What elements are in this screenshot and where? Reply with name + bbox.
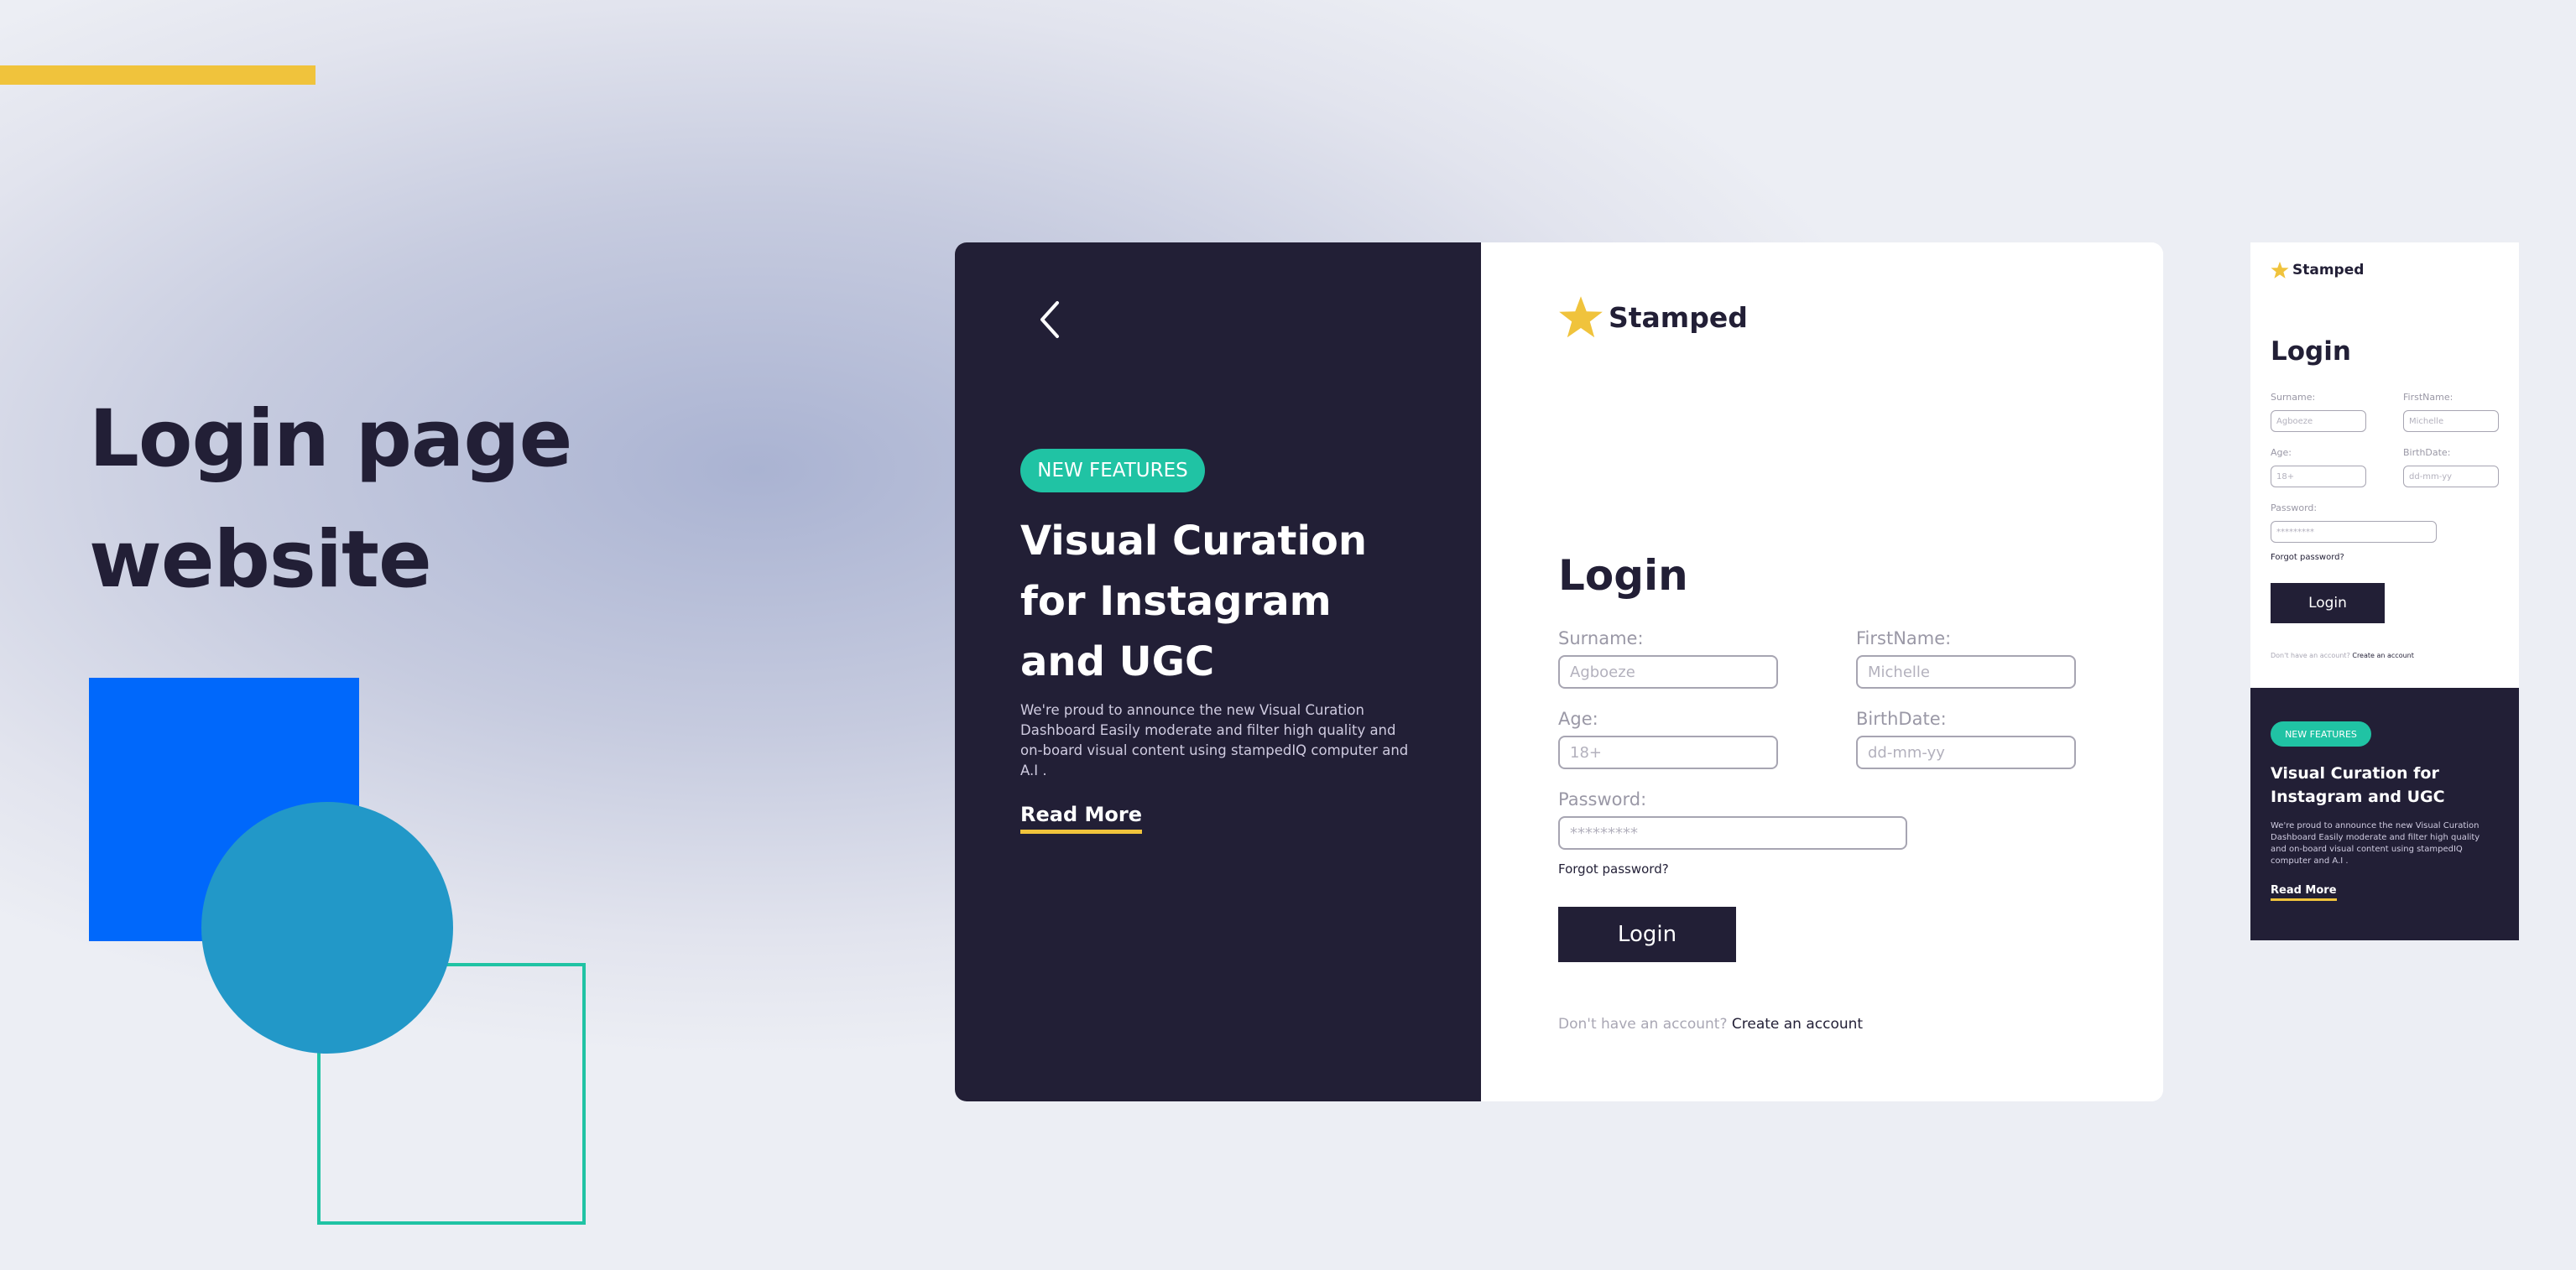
birthdate-label: BirthDate: <box>1856 709 1947 729</box>
firstname-input[interactable]: Michelle <box>1856 655 2076 689</box>
birthdate-input[interactable]: dd-mm-yy <box>1856 736 2076 769</box>
mobile-signup-prompt: Don't have an account? Create an account <box>2271 652 2414 659</box>
password-input[interactable]: ********* <box>1558 816 1907 850</box>
surname-label: Surname: <box>1558 628 1644 648</box>
mobile-read-more-link[interactable]: Read More <box>2271 884 2337 901</box>
mobile-login-mockup: Stamped Login Surname: Agboeze FirstName… <box>2250 242 2519 940</box>
mobile-promo-panel: NEW FEATURES Visual Curation for Instagr… <box>2250 688 2519 940</box>
age-label: Age: <box>1558 709 1598 729</box>
brand-name: Stamped <box>1609 300 1748 334</box>
mobile-forgot-password-link[interactable]: Forgot password? <box>2271 553 2344 562</box>
mobile-brand-logo[interactable]: Stamped <box>2271 261 2364 279</box>
promo-body: We're proud to announce the new Visual C… <box>1020 702 1409 778</box>
signup-prompt: Don't have an account? Create an account <box>1558 1016 1863 1033</box>
login-title: Login <box>1558 551 1688 600</box>
mobile-brand-name: Stamped <box>2292 262 2365 278</box>
brand-logo[interactable]: Stamped <box>1558 294 1748 340</box>
password-label: Password: <box>1558 789 1647 809</box>
mobile-login-button[interactable]: Login <box>2271 583 2385 623</box>
mobile-firstname-input[interactable]: Michelle <box>2403 410 2499 432</box>
mobile-promo-headline: Visual Curation for Instagram and UGC <box>2271 764 2445 806</box>
surname-input[interactable]: Agboeze <box>1558 655 1778 689</box>
mobile-login-title: Login <box>2271 336 2351 367</box>
mobile-password-input[interactable]: ********* <box>2271 521 2437 543</box>
chevron-left-icon[interactable] <box>1029 294 1071 345</box>
hero-title: Login page website <box>89 379 676 621</box>
mobile-birthdate-label: BirthDate: <box>2403 447 2451 458</box>
mobile-birthdate-input[interactable]: dd-mm-yy <box>2403 466 2499 487</box>
mobile-surname-label: Surname: <box>2271 392 2316 403</box>
star-icon <box>1559 296 1603 338</box>
decorative-teal-circle <box>201 802 453 1054</box>
decorative-yellow-bar <box>0 65 315 85</box>
forgot-password-link[interactable]: Forgot password? <box>1558 861 1669 877</box>
new-features-badge: NEW FEATURES <box>1020 449 1205 492</box>
mobile-age-label: Age: <box>2271 447 2292 458</box>
firstname-label: FirstName: <box>1856 628 1952 648</box>
read-more-link[interactable]: Read More <box>1020 803 1142 834</box>
no-account-text: Don't have an account? <box>1558 1016 1728 1033</box>
hero-title-line2: website <box>89 514 432 606</box>
login-button[interactable]: Login <box>1558 907 1736 962</box>
hero-title-line1: Login page <box>89 393 572 485</box>
create-account-link[interactable]: Create an account <box>1732 1016 1863 1033</box>
mobile-password-label: Password: <box>2271 502 2318 513</box>
age-input[interactable]: 18+ <box>1558 736 1778 769</box>
desktop-login-mockup: NEW FEATURES Visual Curation for Instagr… <box>955 242 2163 1101</box>
promo-panel: NEW FEATURES Visual Curation for Instagr… <box>955 242 1481 1101</box>
mobile-no-account-text: Don't have an account? <box>2271 652 2350 659</box>
star-icon <box>2271 261 2289 278</box>
mobile-age-input[interactable]: 18+ <box>2271 466 2366 487</box>
mobile-create-account-link[interactable]: Create an account <box>2352 652 2414 659</box>
mobile-surname-input[interactable]: Agboeze <box>2271 410 2366 432</box>
mobile-new-features-badge: NEW FEATURES <box>2271 721 2371 747</box>
login-panel: Stamped Login Surname: Agboeze FirstName… <box>1481 242 2163 1101</box>
mobile-promo-body: We're proud to announce the new Visual C… <box>2271 821 2480 866</box>
promo-headline: Visual Curation for Instagram and UGC <box>1020 518 1368 685</box>
mobile-firstname-label: FirstName: <box>2403 392 2453 403</box>
